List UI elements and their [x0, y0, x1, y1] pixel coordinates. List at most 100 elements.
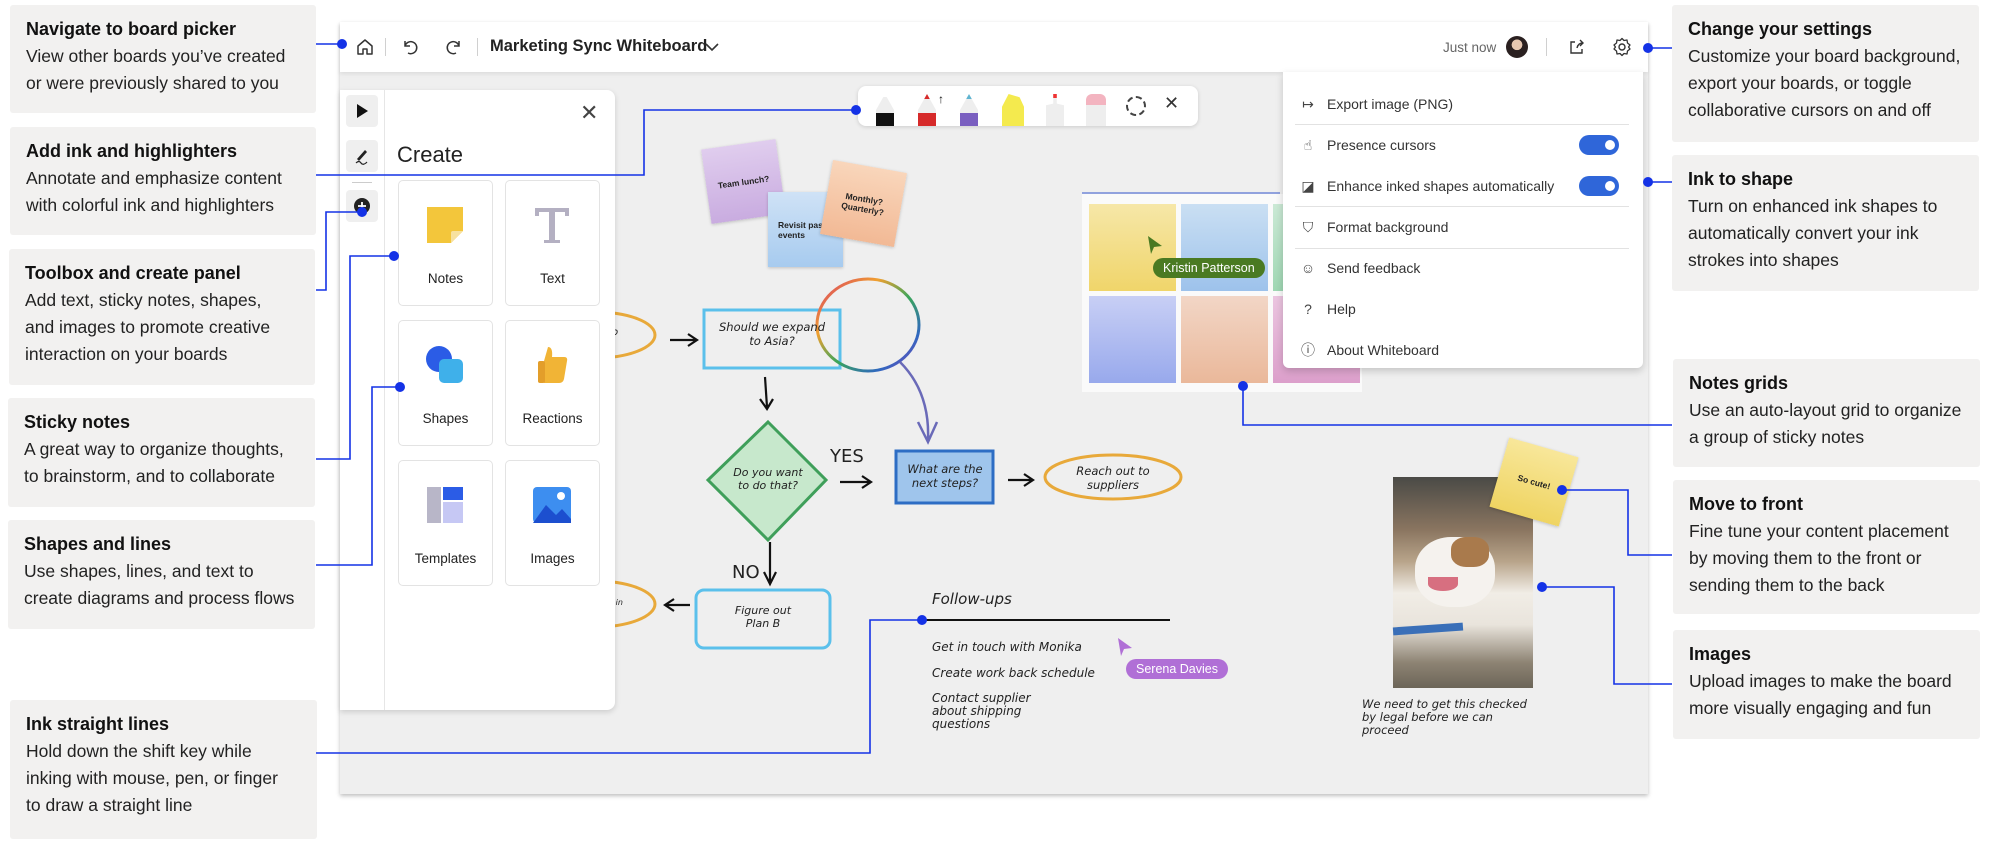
create-tile-reactions[interactable]: Reactions — [505, 320, 600, 446]
info-icon: ⓘ — [1301, 342, 1315, 358]
select-tool-button[interactable] — [346, 95, 378, 127]
create-tile-text[interactable]: Text — [505, 180, 600, 306]
arrow-to-question — [670, 333, 699, 347]
create-panel-title: Create — [397, 142, 464, 167]
callout-desc: Customize your board background, export y… — [1688, 46, 1961, 120]
callout-move-to-front: Move to front Fine tune your content pla… — [1673, 480, 1980, 614]
presence-label-serena: Serena Davies — [1126, 659, 1228, 679]
settings-icon[interactable] — [1610, 35, 1634, 59]
avatar[interactable] — [1506, 36, 1528, 58]
menu-item-presence-cursors[interactable]: ☝ Presence cursors — [1297, 125, 1631, 165]
close-icon[interactable]: ✕ — [1164, 93, 1179, 114]
presence-label-kristin: Kristin Patterson — [1153, 258, 1265, 278]
callout-title: Sticky notes — [24, 412, 131, 432]
followup-item[interactable]: Create work back schedule — [932, 666, 1095, 680]
templates-icon — [427, 487, 463, 523]
sticky-note[interactable]: Monthly? Quarterly? — [820, 160, 907, 247]
followups-title[interactable]: Follow-ups — [932, 590, 1012, 608]
grid-note-peach[interactable] — [1181, 296, 1268, 383]
callout-title: Navigate to board picker — [26, 19, 237, 39]
menu-item-enhance-ink[interactable]: ◪ Enhance inked shapes automatically — [1297, 166, 1631, 206]
redo-icon[interactable] — [442, 35, 466, 59]
menu-item-format-background[interactable]: ⛉ Format background — [1297, 207, 1631, 247]
flow-reach-out-text[interactable]: Reach out to suppliers — [1060, 464, 1166, 492]
arrow-no — [763, 542, 777, 587]
arrow-yes — [840, 475, 873, 489]
board-title[interactable]: Marketing Sync Whiteboard — [490, 37, 707, 56]
callout-desc: Annotate and emphasize content with color… — [26, 168, 282, 215]
lasso-select-icon[interactable] — [1126, 96, 1146, 116]
ink-tool-button[interactable] — [346, 140, 378, 172]
sticky-note-icon — [427, 207, 463, 243]
flow-no-label: NO — [732, 562, 760, 583]
create-button[interactable] — [346, 190, 378, 222]
chevron-down-icon[interactable] — [700, 35, 724, 59]
create-tile-shapes[interactable]: Shapes — [398, 320, 493, 446]
help-icon: ? — [1304, 301, 1312, 317]
followup-item[interactable]: Get in touch with Monika — [932, 640, 1082, 654]
red-pen-tool[interactable] — [918, 94, 936, 126]
create-tile-images[interactable]: Images — [505, 460, 600, 586]
callout-title: Shapes and lines — [24, 534, 172, 554]
enhance-ink-toggle[interactable] — [1579, 176, 1619, 196]
eraser-tool[interactable] — [1086, 94, 1106, 126]
image-caption[interactable]: We need to get this checked by legal bef… — [1362, 698, 1542, 737]
callout-desc: A great way to organize thoughts, to brai… — [24, 439, 284, 486]
callout-title: Move to front — [1689, 494, 1803, 514]
thumbs-up-icon — [538, 347, 568, 383]
yellow-highlighter-tool[interactable] — [1002, 94, 1024, 126]
grid-note-periwinkle[interactable] — [1089, 296, 1176, 383]
callout-title: Toolbox and create panel — [25, 263, 241, 283]
menu-item-about[interactable]: ⓘ About Whiteboard — [1297, 330, 1631, 370]
flow-plan-b-text[interactable]: Figure out Plan B — [723, 604, 803, 630]
callout-shapes-lines: Shapes and lines Use shapes, lines, and … — [8, 520, 315, 629]
plus-circle-icon — [354, 198, 370, 214]
callout-ink-highlighters: Add ink and highlighters Annotate and em… — [10, 127, 316, 235]
text-icon — [535, 208, 569, 243]
home-icon[interactable] — [353, 35, 377, 59]
arrow-to-left-oval — [663, 598, 690, 612]
create-tile-templates[interactable]: Templates — [398, 460, 493, 586]
callout-desc: Add text, sticky notes, shapes, and image… — [25, 290, 271, 364]
callout-navigate-board-picker: Navigate to board picker View other boar… — [10, 5, 316, 113]
flow-question-text[interactable]: Should we expand to Asia? — [718, 320, 826, 348]
top-bar: Marketing Sync Whiteboard Just now — [340, 22, 1648, 72]
black-pen-tool[interactable] — [876, 94, 894, 126]
export-icon: ↦ — [1302, 95, 1314, 112]
callout-toolbox-create-panel: Toolbox and create panel Add text, stick… — [9, 249, 315, 385]
laser-pointer-tool[interactable] — [1046, 94, 1064, 126]
callout-desc: Upload images to make the board more visu… — [1689, 671, 1952, 718]
create-tile-notes[interactable]: Notes — [398, 180, 493, 306]
save-status: Just now — [1443, 40, 1497, 55]
rainbow-pen-tool[interactable] — [960, 94, 978, 126]
flow-decision-text[interactable]: Do you want to do that? — [728, 466, 808, 492]
feedback-icon: ☺ — [1300, 260, 1316, 276]
presence-cursor-icon — [1148, 236, 1162, 254]
close-icon[interactable]: ✕ — [580, 100, 598, 126]
callout-desc: Use shapes, lines, and text to create dia… — [24, 561, 295, 608]
flow-next-steps-text[interactable]: What are the next steps? — [900, 462, 990, 490]
menu-item-send-feedback[interactable]: ☺ Send feedback — [1297, 248, 1631, 288]
callout-desc: View other boards you’ve created or were … — [26, 46, 286, 93]
followup-item[interactable]: Contact supplier about shipping question… — [932, 692, 1062, 731]
callout-change-settings: Change your settings Customize your boar… — [1672, 5, 1979, 142]
divider — [352, 182, 372, 183]
callout-sticky-notes: Sticky notes A great way to organize tho… — [8, 398, 315, 507]
menu-item-help[interactable]: ? Help — [1297, 289, 1631, 329]
presence-cursors-toggle[interactable] — [1579, 135, 1619, 155]
callout-desc: Turn on enhanced ink shapes to automatica… — [1688, 196, 1938, 270]
menu-item-export[interactable]: ↦ Export image (PNG) — [1297, 84, 1631, 124]
flow-yes-label: YES — [830, 446, 864, 467]
callout-title: Ink to shape — [1688, 169, 1794, 189]
callout-images: Images Upload images to make the board mo… — [1673, 630, 1980, 739]
whiteboard-canvas[interactable]: o d in Should we expand to Asia? Do you … — [340, 22, 1648, 794]
ink-toolbar: ↑ ✕ — [858, 86, 1198, 126]
shapes-icon — [426, 346, 463, 383]
toolbox-rail — [340, 90, 385, 710]
pen-icon — [355, 150, 368, 165]
undo-icon[interactable] — [398, 35, 422, 59]
callout-ink-straight-lines: Ink straight lines Hold down the shift k… — [10, 700, 317, 839]
share-icon[interactable] — [1565, 35, 1589, 59]
callout-desc: Fine tune your content placement by movin… — [1689, 521, 1949, 595]
divider — [477, 38, 478, 56]
